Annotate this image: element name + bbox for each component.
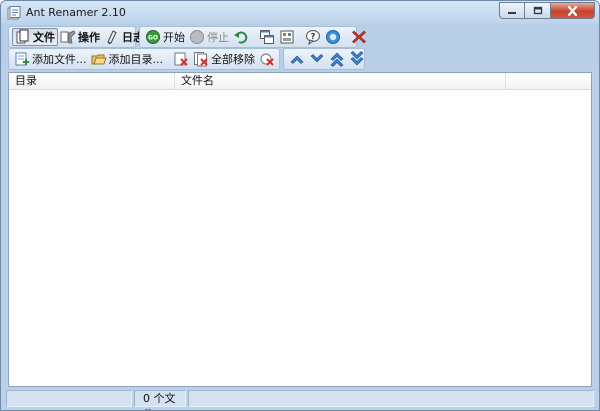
remove-file-icon: [173, 51, 189, 67]
actions-view-button[interactable]: 操作: [58, 28, 102, 46]
remove-dead-button[interactable]: [257, 50, 277, 68]
file-list-header: 目录 文件名: [9, 73, 591, 90]
column-header-directory[interactable]: 目录: [9, 73, 175, 89]
help-icon: ?: [305, 29, 321, 45]
files-toolbar: 添加文件... 添加目录... 全部移除: [8, 48, 301, 70]
remove-missing-icon: [259, 51, 275, 67]
chevron-up-icon: [289, 51, 305, 67]
app-window: Ant Renamer 2.10 文件 操作 日志 GO 开始 停止 ? 添加文…: [0, 0, 600, 411]
stop-icon: [189, 29, 205, 45]
status-file-count: 0 个文件: [134, 390, 186, 410]
view-toolbar: 文件 操作 日志: [8, 26, 144, 48]
files-view-label: 文件: [33, 31, 55, 44]
info-icon: [325, 29, 341, 45]
ant-renamer-app-icon: [7, 5, 21, 20]
toolbar-row-files: 添加文件... 添加目录... 全部移除: [8, 48, 365, 70]
status-bar: 0 个文件: [6, 390, 594, 410]
window-controls: [499, 2, 595, 19]
files-view-button[interactable]: 文件: [12, 28, 58, 46]
add-files-button[interactable]: 添加文件...: [12, 50, 89, 68]
add-files-label: 添加文件...: [32, 53, 87, 66]
exit-x-icon: [351, 29, 367, 45]
undo-icon: [233, 29, 249, 45]
double-chevron-down-icon: [349, 51, 365, 67]
go-start-icon: GO: [145, 29, 161, 45]
close-icon: [567, 5, 578, 16]
minimize-button[interactable]: [499, 2, 525, 19]
exit-button[interactable]: [349, 28, 369, 46]
about-button[interactable]: [323, 28, 343, 46]
window-title: Ant Renamer 2.10: [26, 6, 126, 19]
remove-selected-button[interactable]: [171, 50, 191, 68]
move-bottom-button[interactable]: [347, 50, 367, 68]
start-label: 开始: [163, 31, 185, 44]
toolbar-row-main: 文件 操作 日志 GO 开始 停止 ?: [8, 26, 366, 48]
run-toolbar: GO 开始 停止 ?: [139, 26, 366, 48]
file-list-body[interactable]: [9, 90, 591, 386]
toolbar-area: 文件 操作 日志 GO 开始 停止 ? 添加文件... 添加目录... 全部移除: [8, 25, 594, 71]
settings-icon: [279, 29, 295, 45]
remove-all-label: 全部移除: [211, 53, 255, 66]
svg-text:GO: GO: [148, 35, 158, 42]
maximize-icon: [533, 6, 542, 15]
help-button[interactable]: ?: [303, 28, 323, 46]
start-button[interactable]: GO 开始: [143, 28, 187, 46]
close-button[interactable]: [551, 2, 595, 19]
window-list-button[interactable]: [257, 28, 277, 46]
undo-button[interactable]: [231, 28, 251, 46]
stop-button[interactable]: 停止: [187, 28, 231, 46]
remove-all-button[interactable]: 全部移除: [191, 50, 257, 68]
title-bar[interactable]: Ant Renamer 2.10: [1, 1, 599, 24]
add-folders-button[interactable]: 添加目录...: [89, 50, 166, 68]
add-folders-label: 添加目录...: [108, 53, 164, 66]
minimize-icon: [508, 11, 516, 14]
file-list[interactable]: 目录 文件名: [8, 72, 592, 387]
add-folder-icon: [91, 51, 107, 67]
move-down-button[interactable]: [307, 50, 327, 68]
column-header-filename[interactable]: 文件名: [175, 73, 506, 89]
log-icon: [104, 29, 120, 45]
add-file-icon: [14, 51, 30, 67]
settings-button[interactable]: [277, 28, 297, 46]
windows-icon: [259, 29, 275, 45]
move-top-button[interactable]: [327, 50, 347, 68]
chevron-down-icon: [309, 51, 325, 67]
remove-all-icon: [193, 51, 209, 67]
column-header-filler: [506, 73, 591, 89]
maximize-button[interactable]: [525, 2, 551, 19]
reorder-toolbar: [283, 48, 365, 70]
actions-icon: [60, 29, 76, 45]
status-panel-left: [6, 390, 132, 407]
status-panel-right: [188, 390, 594, 407]
files-icon: [15, 29, 31, 45]
stop-label: 停止: [207, 31, 229, 44]
svg-text:?: ?: [311, 32, 316, 41]
actions-view-label: 操作: [78, 31, 100, 44]
double-chevron-up-icon: [329, 51, 345, 67]
move-up-button[interactable]: [287, 50, 307, 68]
